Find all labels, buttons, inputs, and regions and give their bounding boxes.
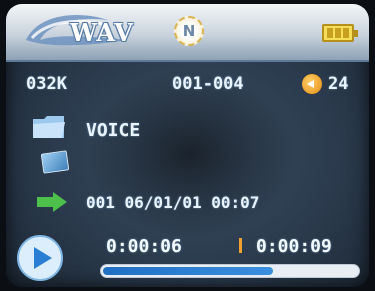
play-icon[interactable] (16, 234, 64, 282)
header-bar: WAV N (6, 4, 369, 62)
total-time: 0:00:09 (256, 236, 332, 257)
volume-level: 24 (328, 74, 349, 94)
speaker-icon (302, 74, 322, 94)
progress-bar[interactable] (100, 264, 360, 278)
progress-fill (103, 267, 273, 275)
track-range-label: 001-004 (172, 74, 244, 94)
battery-icon (322, 24, 358, 42)
bitrate-label: 032K (26, 74, 67, 94)
arrow-right-icon (37, 192, 67, 212)
mode-icon: N (174, 16, 204, 46)
recording-info: 001 06/01/01 00:07 (86, 193, 260, 212)
folder-icon (33, 116, 65, 138)
device-screen: WAV N 032K 001-004 24 VOICE 001 06/01/01… (6, 4, 369, 287)
memory-card-icon (40, 150, 70, 174)
folder-name: VOICE (86, 120, 141, 141)
time-separator (239, 238, 242, 253)
app-title: WAV (70, 18, 134, 47)
elapsed-time: 0:00:06 (106, 236, 182, 257)
